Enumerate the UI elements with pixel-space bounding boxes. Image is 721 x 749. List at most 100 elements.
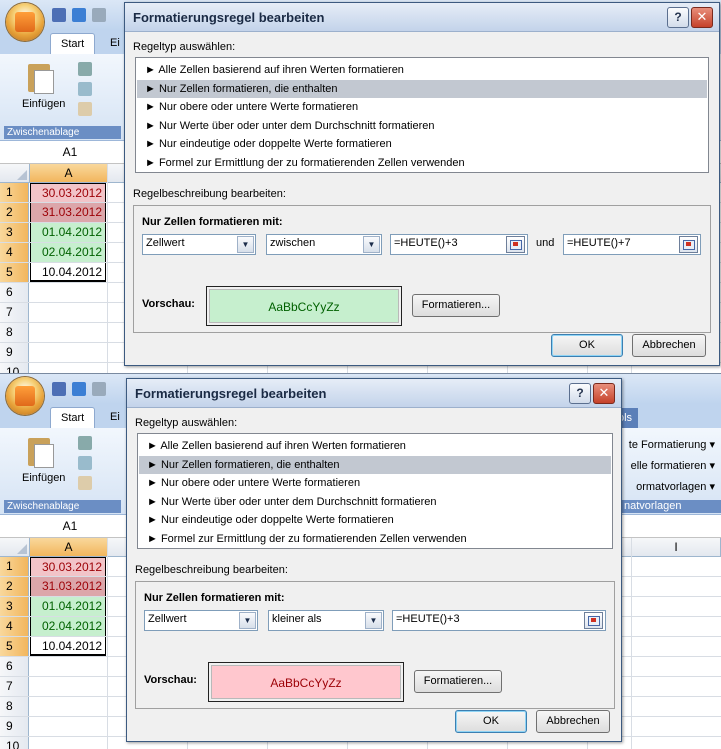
edit-format-rule-dialog: Formatierungsregel bearbeiten ? ✕ Regelt… (126, 378, 622, 742)
format-painter-icon[interactable] (78, 476, 92, 490)
ruletype-item[interactable]: ► Nur obere oder untere Werte formatiere… (139, 474, 611, 492)
column-header-a[interactable]: A (30, 538, 108, 556)
row-header[interactable]: 2 (0, 203, 29, 222)
description-heading: Nur Zellen formatieren mit: (144, 592, 285, 604)
row-header[interactable]: 1 (0, 183, 29, 202)
tab-start[interactable]: Start (50, 33, 96, 55)
cell[interactable]: 02.04.2012 (30, 243, 106, 262)
row-header[interactable]: 5 (0, 637, 29, 656)
ruletype-item[interactable]: ► Nur obere oder untere Werte formatiere… (137, 98, 707, 116)
row-header[interactable]: 10 (0, 363, 29, 373)
ruletype-item[interactable]: ► Nur eindeutige oder doppelte Werte for… (139, 511, 611, 529)
ruletype-item[interactable]: ► Nur Werte über oder unter dem Durchsch… (139, 493, 611, 511)
operator-select[interactable]: zwischen ▼ (266, 234, 382, 255)
paste-label: Einfügen (22, 98, 66, 110)
cancel-button[interactable]: Abbrechen (536, 710, 610, 733)
office-button[interactable] (6, 3, 44, 41)
format-button[interactable]: Formatieren... (414, 670, 502, 693)
ruletype-item[interactable]: ► Alle Zellen basierend auf ihren Werten… (139, 437, 611, 455)
redo-icon[interactable] (92, 8, 106, 22)
dialog-title: Formatierungsregel bearbeiten (135, 386, 327, 401)
cell[interactable]: 30.03.2012 (30, 557, 106, 576)
range-picker-icon[interactable] (506, 236, 525, 253)
description-box: Nur Zellen formatieren mit: Zellwert ▼ kl… (135, 581, 615, 709)
row-header[interactable]: 6 (0, 657, 29, 676)
undo-icon[interactable] (72, 382, 86, 396)
copy-icon[interactable] (78, 82, 92, 96)
row-header[interactable]: 4 (0, 617, 29, 636)
row-header[interactable]: 5 (0, 263, 29, 282)
close-button[interactable]: ✕ (691, 7, 713, 28)
row-header[interactable]: 7 (0, 677, 29, 696)
ok-button[interactable]: OK (455, 710, 527, 733)
office-button[interactable] (6, 377, 44, 415)
row-header[interactable]: 2 (0, 577, 29, 596)
cell-styles-button[interactable]: ormatvorlagen ▾ (636, 480, 715, 493)
cell[interactable]: 01.04.2012 (30, 597, 106, 616)
field-select[interactable]: Zellwert ▼ (144, 610, 258, 631)
column-header-i[interactable]: I (632, 538, 721, 556)
redo-icon[interactable] (92, 382, 106, 396)
cancel-button[interactable]: Abbrechen (632, 334, 706, 357)
select-all-corner[interactable] (0, 538, 30, 556)
conditional-formatting-button[interactable]: te Formatierung ▾ (629, 438, 715, 451)
row-header[interactable]: 8 (0, 697, 29, 716)
save-icon[interactable] (52, 8, 66, 22)
help-button[interactable]: ? (569, 383, 591, 404)
cell[interactable]: 10.04.2012 (30, 263, 106, 282)
ruletype-item[interactable]: ► Nur Zellen formatieren, die enthalten (137, 79, 707, 98)
row-header[interactable]: 7 (0, 303, 29, 322)
format-painter-icon[interactable] (78, 102, 92, 116)
ruletype-item[interactable]: ► Alle Zellen basierend auf ihren Werten… (137, 61, 707, 79)
row-header[interactable]: 4 (0, 243, 29, 262)
cell[interactable]: 31.03.2012 (30, 203, 106, 222)
name-box[interactable]: A1 (0, 517, 141, 535)
field-select[interactable]: Zellwert ▼ (142, 234, 256, 255)
chevron-down-icon: ▼ (239, 612, 256, 629)
row-header[interactable]: 8 (0, 323, 29, 342)
tab-start[interactable]: Start (50, 407, 96, 429)
row-header[interactable]: 1 (0, 557, 29, 576)
select-all-corner[interactable] (0, 164, 30, 182)
name-box[interactable]: A1 (0, 143, 141, 161)
row-header[interactable]: 9 (0, 343, 29, 362)
row-header[interactable]: 6 (0, 283, 29, 302)
ruletype-item[interactable]: ► Nur eindeutige oder doppelte Werte for… (137, 135, 707, 153)
paste-button[interactable] (22, 62, 58, 96)
preview-sample: AaBbCcYyZz (268, 300, 340, 314)
operator-select[interactable]: kleiner als ▼ (268, 610, 384, 631)
save-icon[interactable] (52, 382, 66, 396)
ruletype-item[interactable]: ► Nur Zellen formatieren, die enthalten (139, 455, 611, 474)
ruletype-list[interactable]: ► Alle Zellen basierend auf ihren Werten… (135, 57, 709, 173)
value1-input[interactable]: =HEUTE()+3 (390, 234, 528, 255)
format-as-table-button[interactable]: elle formatieren ▾ (631, 459, 715, 472)
description-heading: Nur Zellen formatieren mit: (142, 216, 283, 228)
cell[interactable]: 31.03.2012 (30, 577, 106, 596)
value2-input[interactable]: =HEUTE()+7 (563, 234, 701, 255)
ruletype-item[interactable]: ► Formel zur Ermittlung der zu formatier… (137, 154, 707, 172)
undo-icon[interactable] (72, 8, 86, 22)
paste-button[interactable] (22, 436, 58, 470)
copy-icon[interactable] (78, 456, 92, 470)
ruletype-item[interactable]: ► Nur Werte über oder unter dem Durchsch… (137, 117, 707, 135)
cell[interactable]: 01.04.2012 (30, 223, 106, 242)
value1-input[interactable]: =HEUTE()+3 (392, 610, 606, 631)
row-header[interactable]: 9 (0, 717, 29, 736)
help-button[interactable]: ? (667, 7, 689, 28)
ok-button[interactable]: OK (551, 334, 623, 357)
cell[interactable]: 30.03.2012 (30, 183, 106, 202)
range-picker-icon[interactable] (584, 612, 603, 629)
cut-icon[interactable] (78, 62, 92, 76)
range-picker-icon[interactable] (679, 236, 698, 253)
column-header-a[interactable]: A (30, 164, 108, 182)
format-button[interactable]: Formatieren... (412, 294, 500, 317)
row-header[interactable]: 3 (0, 223, 29, 242)
cell[interactable]: 02.04.2012 (30, 617, 106, 636)
row-header[interactable]: 3 (0, 597, 29, 616)
row-header[interactable]: 10 (0, 737, 29, 749)
ruletype-item[interactable]: ► Formel zur Ermittlung der zu formatier… (139, 530, 611, 548)
ruletype-list[interactable]: ► Alle Zellen basierend auf ihren Werten… (137, 433, 613, 549)
close-button[interactable]: ✕ (593, 383, 615, 404)
cut-icon[interactable] (78, 436, 92, 450)
cell[interactable]: 10.04.2012 (30, 637, 106, 656)
